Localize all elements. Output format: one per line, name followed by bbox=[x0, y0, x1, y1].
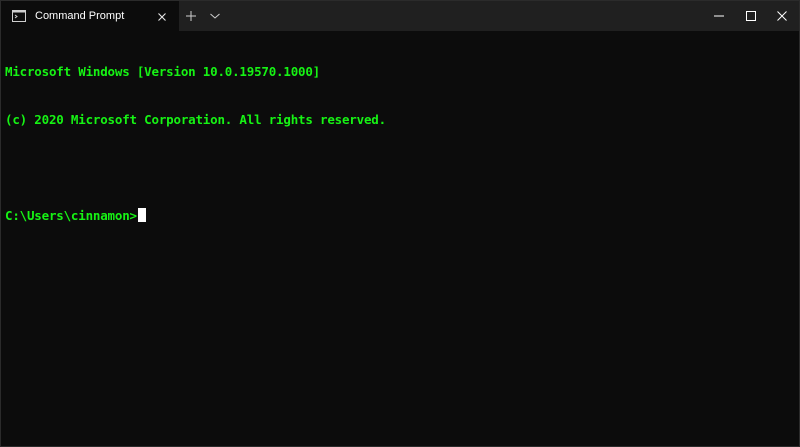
tab-command-prompt[interactable]: Command Prompt bbox=[1, 1, 179, 31]
terminal-text: Microsoft Windows [Version 10.0.19570.10… bbox=[5, 32, 386, 256]
text-cursor bbox=[137, 208, 146, 222]
terminal-line: Microsoft Windows [Version 10.0.19570.10… bbox=[5, 64, 321, 79]
terminal-window: Command Prompt Microsoft Windows [Versio… bbox=[0, 0, 800, 447]
terminal-line: (c) 2020 Microsoft Corporation. All righ… bbox=[5, 112, 386, 127]
close-icon[interactable] bbox=[156, 10, 168, 22]
tab-title: Command Prompt bbox=[35, 10, 125, 22]
command-prompt: C:\Users\cinnamon> bbox=[5, 208, 137, 223]
title-bar[interactable]: Command Prompt bbox=[1, 1, 799, 31]
terminal-prompt-line[interactable]: C:\Users\cinnamon> bbox=[5, 208, 386, 224]
maximize-button[interactable] bbox=[734, 1, 768, 31]
terminal-icon bbox=[12, 9, 26, 22]
tab-dropdown-button[interactable] bbox=[203, 1, 227, 31]
minimize-button[interactable] bbox=[702, 1, 736, 31]
window-close-button[interactable] bbox=[765, 1, 799, 31]
new-tab-button[interactable] bbox=[179, 1, 203, 31]
terminal-output[interactable]: Microsoft Windows [Version 10.0.19570.10… bbox=[1, 31, 799, 446]
